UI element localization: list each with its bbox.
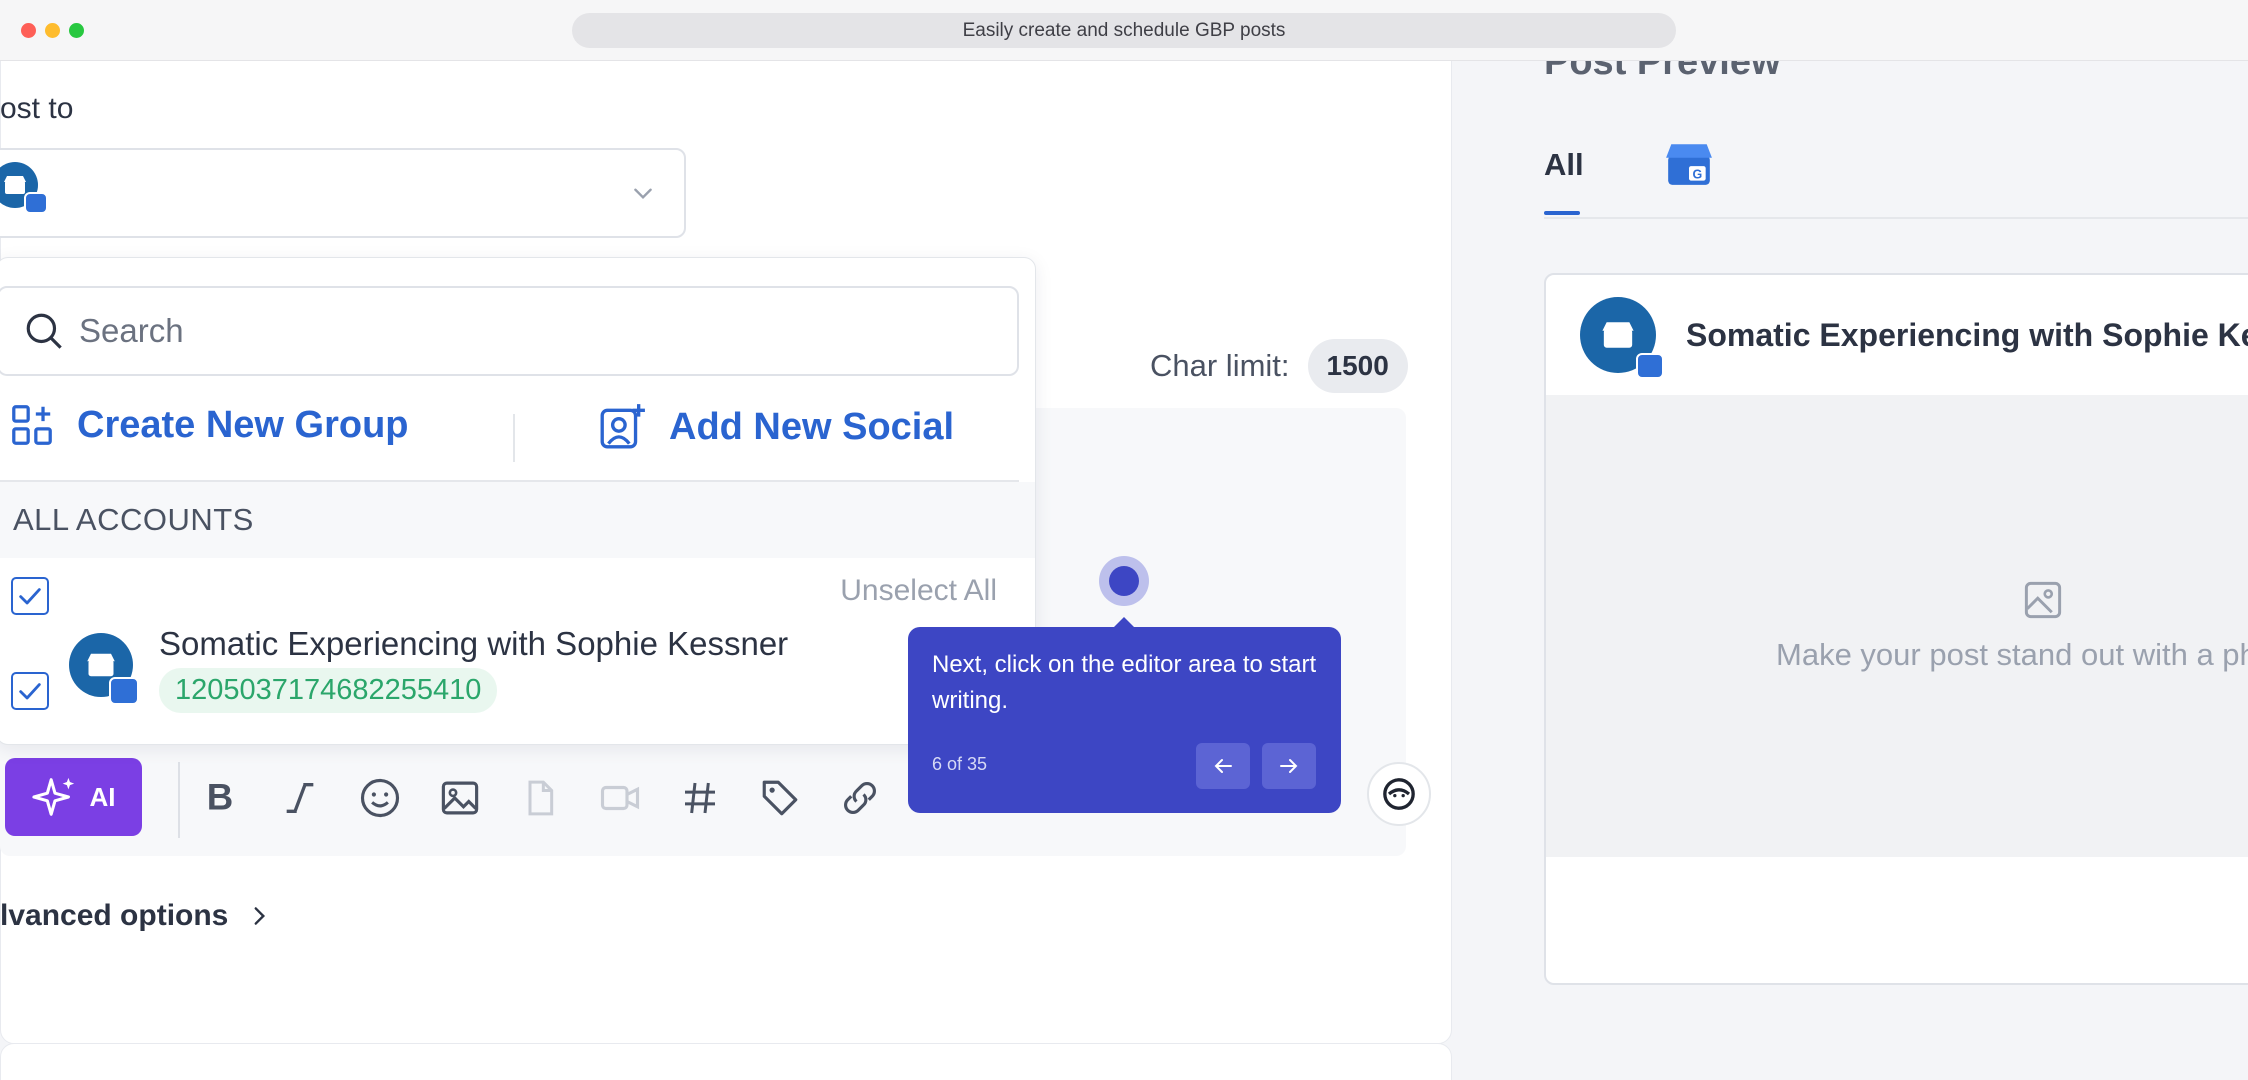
search-icon [26,313,62,349]
link-icon[interactable] [838,776,882,820]
emoji-icon[interactable] [358,776,402,820]
image-icon[interactable] [438,776,482,820]
preview-tabs: All G [1544,141,2248,219]
char-limit-label: Char limit: [1150,348,1290,383]
italic-icon[interactable] [278,776,322,820]
account-name: Somatic Experiencing with Sophie Kessner [159,625,789,662]
preview-avatar [1580,297,1664,379]
ai-button-label: AI [89,781,116,812]
account-dropdown: Search Create New Group Add New Social A… [0,257,1036,745]
unselect-all-button[interactable]: Unselect All [840,574,997,608]
add-user-icon [600,404,645,449]
tab-all[interactable]: All [1544,147,1584,183]
add-group-icon [12,405,52,445]
secondary-card [0,1043,1452,1080]
search-input[interactable]: Search [0,286,1019,376]
media-hint-text: Make your post stand out with a ph [1776,637,2248,672]
svg-text:G: G [1692,168,1702,182]
create-group-button[interactable]: Create New Group [9,402,409,448]
page-content: ost to Char limit: 1500 AI B lvanced opt… [0,61,2248,1080]
preview-account-name: Somatic Experiencing with Sophie Kessn [1686,317,2248,353]
toolbar-divider [178,762,180,838]
account-id-badge: 1205037174682255410 [159,668,498,713]
tour-text: Next, click on the editor area to start … [932,651,1317,714]
tour-popover: Next, click on the editor area to start … [908,627,1341,813]
svg-text:B: B [207,778,233,818]
account-select[interactable] [0,148,686,238]
image-placeholder-icon [2024,581,2062,619]
select-all-checkbox[interactable] [11,577,49,615]
add-social-button[interactable]: Add New Social [597,402,954,452]
gbp-badge-icon [24,192,48,214]
tab-google-business[interactable]: G [1664,141,1714,192]
store-icon [1602,322,1634,348]
checkmark-icon [19,588,41,605]
preview-media-placeholder: Make your post stand out with a ph [1546,395,2248,857]
tour-step-counter: 6 of 35 [932,754,988,774]
tag-icon[interactable] [758,776,802,820]
search-placeholder: Search [79,312,184,349]
avatar [0,162,48,214]
minimize-window-button[interactable] [45,23,60,38]
tour-prev-button[interactable] [1196,743,1250,789]
active-tab-indicator [1544,211,1580,215]
actions-divider [513,414,515,462]
char-limit: Char limit: 1500 [1150,339,1408,393]
google-business-icon: G [1666,144,1712,185]
arrow-right-icon [1280,759,1298,773]
hashtag-icon[interactable] [678,776,722,820]
window-titlebar: Easily create and schedule GBP posts [0,0,2248,61]
help-chat-button[interactable] [1367,762,1431,826]
close-window-button[interactable] [21,23,36,38]
sparkle-icon [31,777,74,816]
support-agent-icon [1383,778,1415,810]
arrow-left-icon [1214,759,1232,773]
chevron-down-icon[interactable] [630,180,656,206]
document-icon [518,776,562,820]
store-icon [4,176,26,194]
gbp-badge-icon [1636,353,1664,379]
bold-icon[interactable]: B [198,776,242,820]
post-to-label: ost to [0,92,74,125]
post-preview-card: Somatic Experiencing with Sophie Kessn M… [1544,273,2248,985]
all-accounts-header: ALL ACCOUNTS [0,482,1035,558]
char-limit-badge: 1500 [1307,339,1408,393]
advanced-options-toggle[interactable]: lvanced options [0,899,272,933]
tour-beacon[interactable] [1099,556,1149,606]
gbp-badge-icon [109,677,139,705]
chevron-right-icon [254,907,266,925]
advanced-options-label: lvanced options [0,899,229,932]
tour-beacon-dot [1109,566,1139,596]
preview-title: Post Preview [1544,61,1781,83]
account-checkbox[interactable] [11,672,49,710]
ai-button[interactable]: AI [5,758,142,836]
checkmark-icon [19,683,41,700]
dropdown-actions: Create New Group Add New Social [0,388,1019,478]
zoom-window-button[interactable] [69,23,84,38]
tour-next-button[interactable] [1262,743,1316,789]
store-icon [87,653,115,677]
address-bar[interactable]: Easily create and schedule GBP posts [572,13,1676,48]
add-social-label: Add New Social [669,405,955,448]
video-icon [598,776,642,820]
create-group-label: Create New Group [77,403,409,446]
account-avatar [69,633,139,705]
